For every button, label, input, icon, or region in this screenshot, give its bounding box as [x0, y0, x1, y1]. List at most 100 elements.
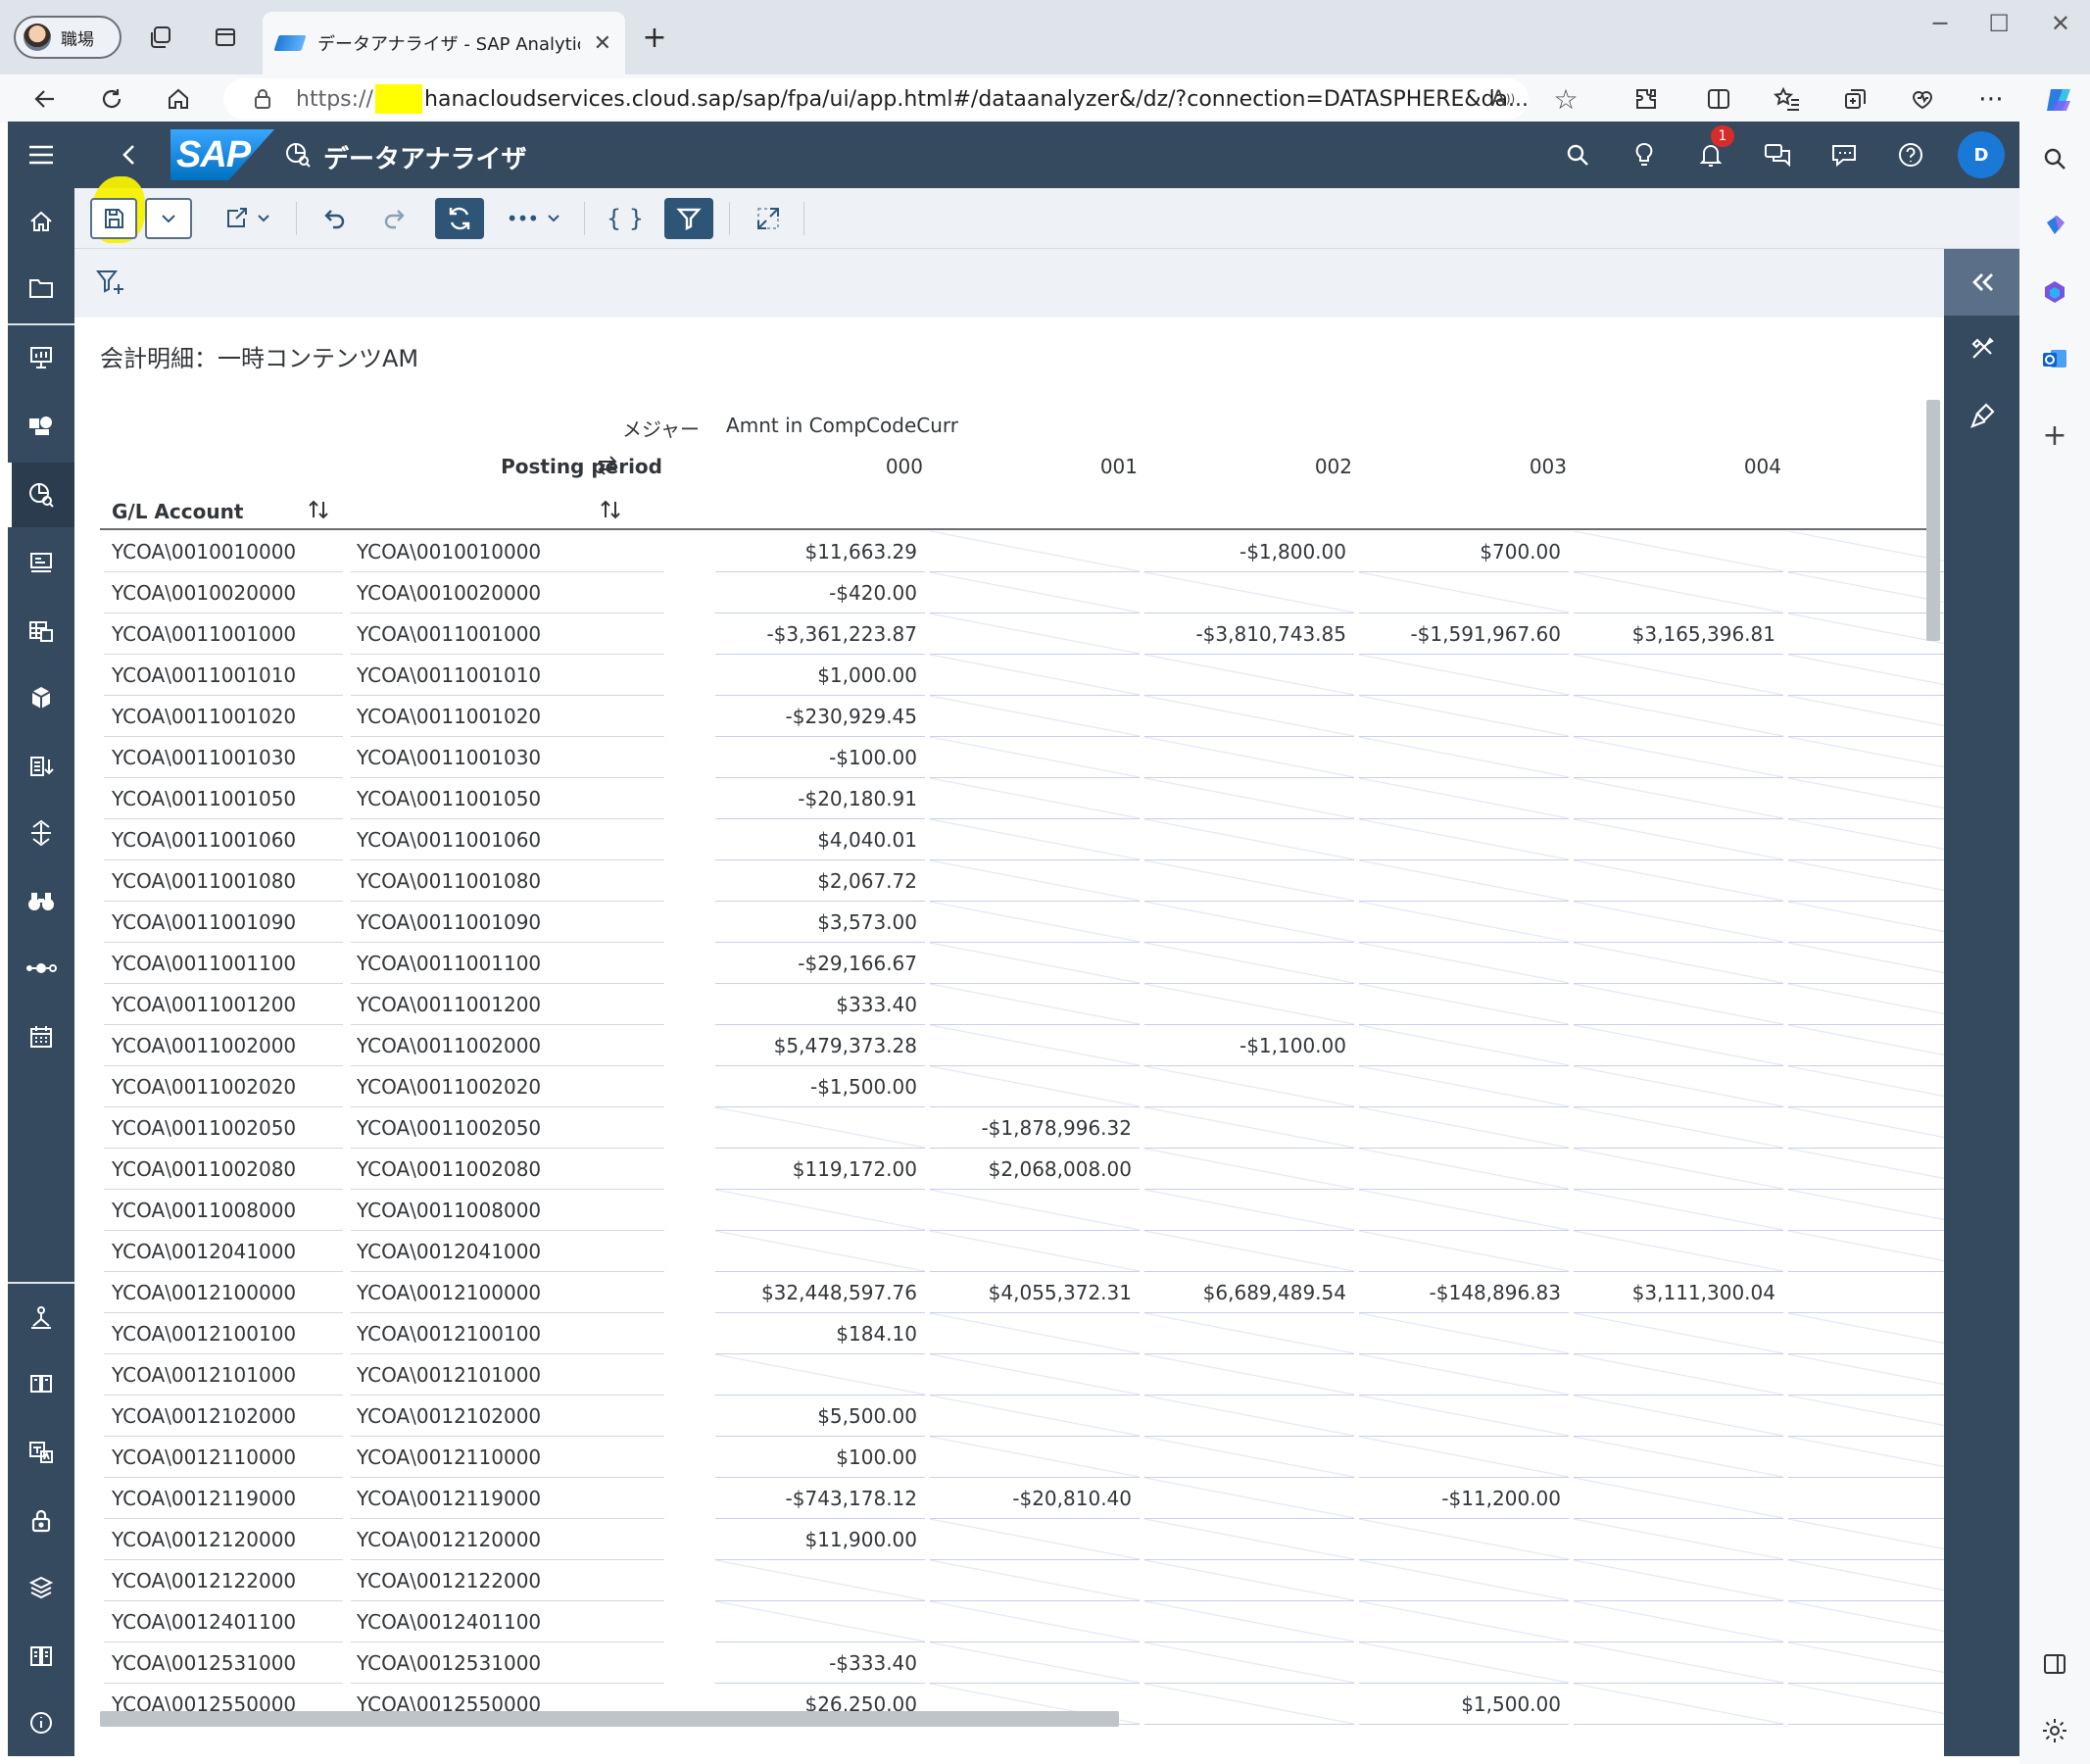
gl-account-description-cell[interactable]: YCOA\0012119000 — [351, 1478, 664, 1519]
gl-account-description-cell[interactable]: YCOA\0011001050 — [351, 778, 664, 819]
workspaces-icon[interactable] — [143, 20, 178, 55]
nav-files-icon[interactable] — [8, 259, 74, 318]
gl-account-cell[interactable]: YCOA\0011001060 — [104, 819, 343, 860]
nav-digital-boardroom-icon[interactable] — [8, 533, 74, 592]
value-cell[interactable]: $5,500.00 — [715, 1396, 925, 1437]
edge-add-icon[interactable]: + — [2035, 416, 2074, 455]
value-cell[interactable] — [1359, 1190, 1569, 1231]
value-cell[interactable] — [1144, 902, 1354, 943]
edge-outlook-icon[interactable] — [2035, 339, 2074, 378]
gl-account-description-cell[interactable]: YCOA\0010020000 — [351, 572, 664, 613]
nav-security-icon[interactable] — [8, 1492, 74, 1550]
sort-icon[interactable] — [308, 498, 329, 521]
refresh-button[interactable] — [435, 198, 484, 239]
value-cell[interactable] — [1359, 655, 1569, 696]
value-cell[interactable] — [1359, 1066, 1569, 1107]
gl-account-cell[interactable]: YCOA\0011001200 — [104, 984, 343, 1025]
address-input[interactable]: https:// hanacloudservices.cloud.sap/sap/… — [223, 78, 1529, 120]
value-cell[interactable]: $4,040.01 — [715, 819, 925, 860]
edge-sidebar-toggle-icon[interactable] — [2035, 1644, 2074, 1684]
value-cell[interactable] — [1144, 1396, 1354, 1437]
value-cell[interactable] — [1144, 819, 1354, 860]
edge-settings-gear-icon[interactable] — [2035, 1711, 2074, 1750]
value-cell[interactable]: $5,479,373.28 — [715, 1025, 925, 1066]
gl-account-cell[interactable]: YCOA\0012102000 — [104, 1396, 343, 1437]
gl-account-cell[interactable]: YCOA\0011001000 — [104, 613, 343, 655]
value-cell[interactable] — [930, 1396, 1140, 1437]
value-cell[interactable]: $4,055,372.31 — [930, 1272, 1140, 1313]
value-cell[interactable] — [1574, 902, 1783, 943]
gl-account-description-cell[interactable]: YCOA\0011002050 — [351, 1107, 664, 1149]
builder-tools-icon[interactable] — [1944, 316, 2019, 382]
value-cell[interactable] — [1144, 1684, 1354, 1725]
favorite-star-icon[interactable]: ☆ — [1548, 81, 1583, 117]
gl-account-description-cell[interactable]: YCOA\0012102000 — [351, 1396, 664, 1437]
value-cell[interactable]: - — [1788, 1478, 1944, 1519]
value-cell[interactable] — [930, 1560, 1140, 1601]
value-cell[interactable]: -$420.00 — [715, 572, 925, 613]
gl-account-cell[interactable]: YCOA\0011002000 — [104, 1025, 343, 1066]
edge-search-icon[interactable] — [2035, 139, 2074, 178]
value-cell[interactable]: $3,111,300.04 — [1574, 1272, 1783, 1313]
measure-value[interactable]: Amnt in CompCodeCurr — [726, 414, 958, 437]
reload-icon[interactable] — [94, 81, 129, 117]
gl-account-cell[interactable]: YCOA\0012101000 — [104, 1354, 343, 1396]
back-icon[interactable] — [27, 81, 63, 117]
value-cell[interactable] — [1574, 1190, 1783, 1231]
value-cell[interactable] — [1359, 1231, 1569, 1272]
gl-account-cell[interactable]: YCOA\0012119000 — [104, 1478, 343, 1519]
value-cell[interactable] — [930, 860, 1140, 902]
gl-account-cell[interactable]: YCOA\0011001010 — [104, 655, 343, 696]
nav-connections-icon[interactable] — [8, 1288, 74, 1347]
value-cell[interactable] — [1788, 1066, 1944, 1107]
gl-account-description-cell[interactable]: YCOA\0011001010 — [351, 655, 664, 696]
value-cell[interactable] — [1788, 531, 1944, 572]
value-cell[interactable] — [1574, 1354, 1783, 1396]
gl-account-description-cell[interactable]: YCOA\0011001200 — [351, 984, 664, 1025]
value-cell[interactable] — [1574, 1025, 1783, 1066]
period-header[interactable]: 000 — [886, 455, 923, 478]
value-cell[interactable] — [1144, 1560, 1354, 1601]
nav-analytic-app-icon[interactable] — [8, 396, 74, 455]
gl-account-description-cell[interactable]: YCOA\0011001100 — [351, 943, 664, 984]
value-cell[interactable] — [930, 1601, 1140, 1642]
value-cell[interactable]: $32,448,597.76 — [715, 1272, 925, 1313]
value-cell[interactable] — [1788, 696, 1944, 737]
value-cell[interactable]: -$100.00 — [715, 737, 925, 778]
gl-account-cell[interactable]: YCOA\0012041000 — [104, 1231, 343, 1272]
value-cell[interactable] — [1144, 1066, 1354, 1107]
gl-account-cell[interactable]: YCOA\0011001030 — [104, 737, 343, 778]
value-cell[interactable] — [1359, 1025, 1569, 1066]
menu-icon[interactable] — [8, 125, 74, 184]
gl-account-cell[interactable]: YCOA\0012110000 — [104, 1437, 343, 1478]
styling-paintbrush-icon[interactable] — [1944, 382, 2019, 449]
value-cell[interactable] — [1144, 1149, 1354, 1190]
export-button[interactable] — [216, 198, 280, 239]
lightbulb-icon[interactable] — [1625, 135, 1664, 174]
value-cell[interactable] — [1574, 1519, 1783, 1560]
value-cell[interactable] — [930, 572, 1140, 613]
nav-system-icon[interactable] — [8, 1627, 74, 1686]
value-cell[interactable]: $1,500.00 — [1359, 1684, 1569, 1725]
value-cell[interactable] — [1359, 943, 1569, 984]
value-cell[interactable]: $3,573.00 — [715, 902, 925, 943]
gl-account-cell[interactable]: YCOA\0011002050 — [104, 1107, 343, 1149]
gl-account-description-cell[interactable]: YCOA\0012041000 — [351, 1231, 664, 1272]
gl-account-cell[interactable]: YCOA\0012122000 — [104, 1560, 343, 1601]
value-cell[interactable] — [1788, 1149, 1944, 1190]
value-cell[interactable] — [1574, 572, 1783, 613]
value-cell[interactable] — [1788, 1354, 1944, 1396]
value-cell[interactable]: $100.00 — [715, 1437, 925, 1478]
value-cell[interactable] — [1144, 860, 1354, 902]
value-cell[interactable] — [1788, 1396, 1944, 1437]
value-cell[interactable] — [1359, 984, 1569, 1025]
value-cell[interactable] — [1359, 1560, 1569, 1601]
value-cell[interactable] — [930, 1231, 1140, 1272]
gl-account-description-cell[interactable]: YCOA\0011002080 — [351, 1149, 664, 1190]
gl-account-description-cell[interactable]: YCOA\0011001080 — [351, 860, 664, 902]
gl-account-description-cell[interactable]: YCOA\0010010000 — [351, 531, 664, 572]
value-cell[interactable] — [1574, 819, 1783, 860]
gl-account-description-cell[interactable]: YCOA\0011001060 — [351, 819, 664, 860]
browser-essentials-icon[interactable] — [1905, 81, 1940, 117]
value-cell[interactable] — [930, 531, 1140, 572]
